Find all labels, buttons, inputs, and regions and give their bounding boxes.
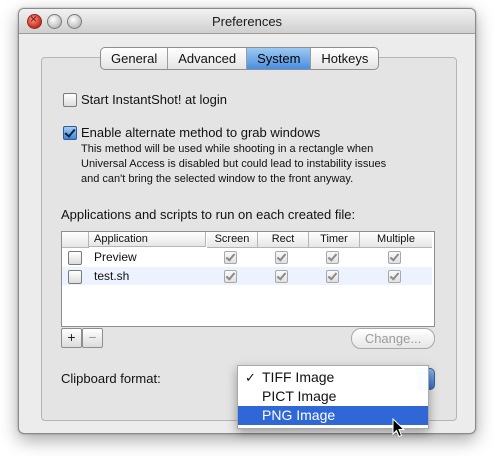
tab-bar: General Advanced System Hotkeys [100,47,380,70]
add-button[interactable]: + [61,328,82,348]
row-screen-checkbox[interactable] [224,270,237,283]
column-header-rect[interactable]: Rect [258,232,309,248]
row-application-name: Preview [94,250,137,264]
menu-item-tiff[interactable]: ✓ TIFF Image [238,368,428,387]
title-bar[interactable]: Preferences [19,9,475,34]
row-enabled-checkbox[interactable] [68,270,82,284]
table-row[interactable]: Preview [62,248,432,266]
alternate-method-description: This method will be used while shooting … [81,142,411,187]
window-title: Preferences [211,14,283,29]
row-timer-checkbox[interactable] [326,270,339,283]
row-multiple-checkbox[interactable] [388,251,401,264]
tab-hotkeys[interactable]: Hotkeys [311,48,378,69]
column-header-screen[interactable]: Screen [207,232,258,248]
start-at-login-label: Start InstantShot! at login [81,92,227,107]
column-header-multiple[interactable]: Multiple [360,232,432,248]
row-rect-checkbox[interactable] [275,251,288,264]
alternate-method-checkbox[interactable] [63,126,77,140]
alternate-method-label: Enable alternate method to grab windows [81,125,321,140]
column-header-enabled[interactable] [62,232,89,248]
change-button[interactable]: Change... [351,328,435,349]
menu-item-label: PNG Image [262,407,336,423]
description-line: and can't bring the selected window to t… [81,173,354,185]
remove-button[interactable]: − [82,328,103,348]
tab-advanced[interactable]: Advanced [168,48,248,69]
tab-system[interactable]: System [247,48,312,69]
column-header-application[interactable]: Application [89,232,206,247]
start-at-login-checkbox[interactable] [63,93,77,107]
description-line: This method will be used while shooting … [81,143,374,155]
row-rect-checkbox[interactable] [275,270,288,283]
clipboard-format-label: Clipboard format: [61,371,161,386]
row-timer-checkbox[interactable] [326,251,339,264]
table-row[interactable]: test.sh [62,267,432,285]
menu-item-pict[interactable]: PICT Image [238,387,428,406]
checkmark-icon: ✓ [245,370,256,385]
row-multiple-checkbox[interactable] [388,270,401,283]
description-line: Universal Access is disabled but could l… [81,158,387,170]
row-enabled-checkbox[interactable] [68,251,82,265]
menu-item-label: PICT Image [262,388,337,404]
column-header-timer[interactable]: Timer [309,232,360,248]
apps-table[interactable]: Application Screen Rect Timer Multiple P… [61,231,435,327]
tab-general[interactable]: General [101,48,169,69]
mouse-pointer-icon [392,418,406,438]
row-application-name: test.sh [94,269,130,283]
menu-item-label: TIFF Image [262,369,335,385]
row-screen-checkbox[interactable] [224,251,237,264]
apps-heading: Applications and scripts to run on each … [61,207,356,222]
